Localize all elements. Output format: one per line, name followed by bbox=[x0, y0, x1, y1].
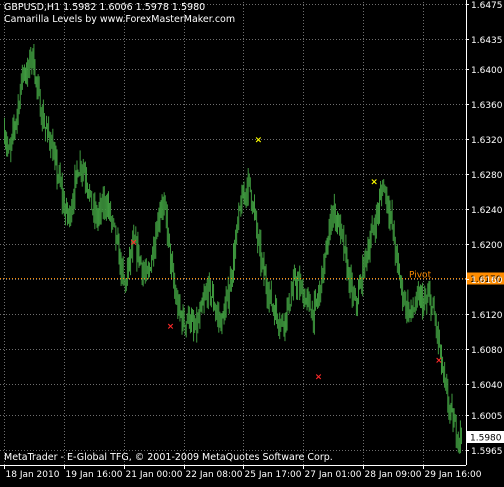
x-tick-label: 27 Jan 01:00 bbox=[305, 470, 362, 480]
chart-background bbox=[0, 0, 504, 483]
y-tick-label: 1.6320 bbox=[471, 136, 503, 146]
marker-x: × bbox=[130, 238, 138, 248]
marker-x: × bbox=[435, 356, 443, 366]
y-tick-label: 1.6040 bbox=[471, 381, 503, 391]
y-tick-label: 1.6160 bbox=[471, 276, 503, 286]
x-tick-label: 25 Jan 17:00 bbox=[245, 470, 302, 480]
chart-area[interactable]: Pivot 1.6170 1.5980 × × × × × × 1.6475 1.6435 1.64… bbox=[0, 0, 504, 483]
copyright-footer: MetaTrader - E-Global TFG, © 2001-2009 M… bbox=[4, 452, 333, 463]
y-tick-label: 1.6240 bbox=[471, 206, 503, 216]
y-tick-label: 1.6360 bbox=[471, 101, 503, 111]
x-tick-label: 18 Jan 2010 bbox=[6, 470, 60, 480]
y-tick-label: 1.6400 bbox=[471, 66, 503, 76]
y-tick-label: 1.6280 bbox=[471, 171, 503, 181]
price-chart[interactable]: Pivot 1.61701.5980×××××× 1.64751.64351.64… bbox=[0, 0, 504, 483]
y-tick-label: 1.5965 bbox=[471, 447, 503, 457]
y-tick-label: 1.6005 bbox=[471, 412, 503, 422]
indicator-title: Camarilla Levels by www.ForexMasterMaker… bbox=[4, 14, 236, 25]
current-price-label: 1.5980 bbox=[470, 434, 502, 444]
marker-x: × bbox=[167, 322, 175, 332]
x-tick-label: 19 Jan 16:00 bbox=[66, 470, 123, 480]
x-tick-label: 29 Jan 16:00 bbox=[425, 470, 482, 480]
x-tick-label: 21 Jan 00:00 bbox=[126, 470, 183, 480]
y-tick-label: 1.6080 bbox=[471, 346, 503, 356]
pivot-label: Pivot bbox=[409, 271, 432, 281]
marker-x: × bbox=[370, 177, 378, 187]
x-tick-label: 22 Jan 08:00 bbox=[186, 470, 243, 480]
symbol-ohlc-line: GBPUSD,H1 1.5982 1.6006 1.5978 1.5980 bbox=[4, 2, 206, 13]
y-tick-label: 1.6435 bbox=[471, 36, 503, 46]
y-tick-label: 1.6120 bbox=[471, 311, 503, 321]
x-tick-label: 28 Jan 09:00 bbox=[365, 470, 422, 480]
y-tick-label: 1.6475 bbox=[471, 1, 503, 11]
y-tick-label: 1.6200 bbox=[471, 241, 503, 251]
marker-x: × bbox=[315, 373, 323, 383]
marker-x: × bbox=[255, 135, 263, 145]
